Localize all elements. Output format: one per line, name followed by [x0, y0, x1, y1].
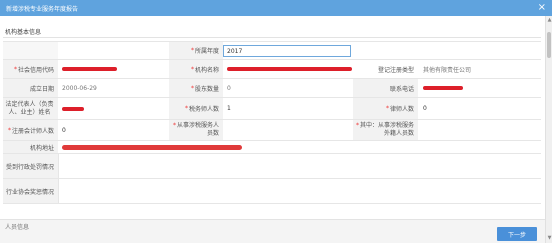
lawyers-label: * 律师人数 — [353, 98, 418, 119]
form-row-address: 机构地址 — [3, 140, 541, 153]
self-discipline-textarea[interactable] — [58, 179, 538, 203]
form-row-counts: * 注册会计师人数 0 *从事涉税服务人员数 *其中：从事涉税服务外籍人员数 — [3, 119, 541, 140]
close-icon[interactable]: × — [538, 2, 546, 14]
credit-code-value — [58, 60, 168, 78]
register-type-value: 其他有限责任公司 — [423, 66, 472, 74]
form-row-year: * 所属年度 2017 — [3, 41, 541, 59]
shareholders-label: * 股东数量 — [169, 79, 223, 97]
form-row-staff: 法定代表人（负责人、业主）姓名 * 税务师人数 1 * 律师人数 0 — [3, 97, 541, 119]
form-row-identity: * 社会信用代码 * 机构名称 登记注册类型 其他有限责任公司 — [3, 59, 541, 78]
staff-label: *从事涉税服务人员数 — [169, 120, 223, 140]
vertical-scrollbar[interactable]: ▲ ▼ — [545, 16, 552, 243]
redacted-legal-rep — [62, 106, 84, 111]
penalty-textarea[interactable] — [58, 154, 538, 178]
org-name-value — [223, 60, 353, 78]
next-section-title: 人员信息 — [5, 224, 30, 231]
credit-code-label: * 社会信用代码 — [3, 60, 58, 78]
other-staff-input[interactable] — [419, 120, 539, 140]
section-divider — [3, 37, 541, 38]
dialog-footer: 人员信息 下一步 — [0, 219, 545, 243]
report-year-label: * 所属年度 — [169, 42, 223, 59]
redacted-address — [62, 144, 242, 150]
setup-date-value: 2000-06-29 — [62, 84, 97, 92]
address-value — [58, 141, 538, 153]
redacted-org-name — [227, 67, 352, 71]
staff-input[interactable] — [223, 120, 353, 140]
dialog-title: 新增涉税专业服务年度报告 — [6, 6, 79, 13]
redacted-credit-code — [62, 67, 117, 71]
section-title: 机构基本信息 — [5, 29, 42, 36]
legal-rep-label: 法定代表人（负责人、业主）姓名 — [3, 98, 58, 119]
scroll-down-icon[interactable]: ▼ — [547, 236, 552, 241]
org-name-label: * 机构名称 — [169, 60, 223, 78]
accountants-input[interactable]: 0 — [58, 120, 168, 140]
tax-agents-input[interactable]: 1 — [223, 98, 353, 119]
form-row-discipline: 行业协会奖惩情况 — [3, 178, 541, 204]
legal-rep-value — [58, 98, 168, 119]
other-staff-label: *其中：从事涉税服务外籍人员数 — [353, 120, 418, 140]
form-row-basic: 成立日期 2000-06-29 * 股东数量 0 联系电话 — [3, 78, 541, 97]
address-label: 机构地址 — [3, 141, 58, 153]
next-step-button[interactable]: 下一步 — [497, 227, 537, 241]
blank-label — [3, 42, 58, 59]
dialog-titlebar: 新增涉税专业服务年度报告 × — [0, 0, 552, 16]
scrollbar-thumb[interactable] — [547, 32, 551, 58]
accountants-label: * 注册会计师人数 — [3, 120, 58, 140]
tax-agents-label: * 税务师人数 — [169, 98, 223, 119]
self-discipline-label: 行业协会奖惩情况 — [3, 179, 58, 203]
dialog-content: 机构基本信息 * 所属年度 2017 * 社会信用代码 * 机构名称 登记注册类… — [0, 16, 545, 243]
form-row-penalty: 受到行政处罚情况 — [3, 153, 541, 178]
phone-value — [419, 79, 539, 97]
report-year-input[interactable]: 2017 — [223, 45, 351, 57]
penalty-label: 受到行政处罚情况 — [3, 154, 58, 178]
shareholders-value: 0 — [227, 84, 231, 92]
redacted-phone — [423, 86, 463, 90]
scroll-up-icon[interactable]: ▲ — [547, 18, 552, 23]
register-type-label: 登记注册类型 — [353, 60, 418, 78]
phone-label: 联系电话 — [353, 79, 418, 97]
lawyers-input[interactable]: 0 — [419, 98, 539, 119]
setup-date-label: 成立日期 — [3, 79, 58, 97]
